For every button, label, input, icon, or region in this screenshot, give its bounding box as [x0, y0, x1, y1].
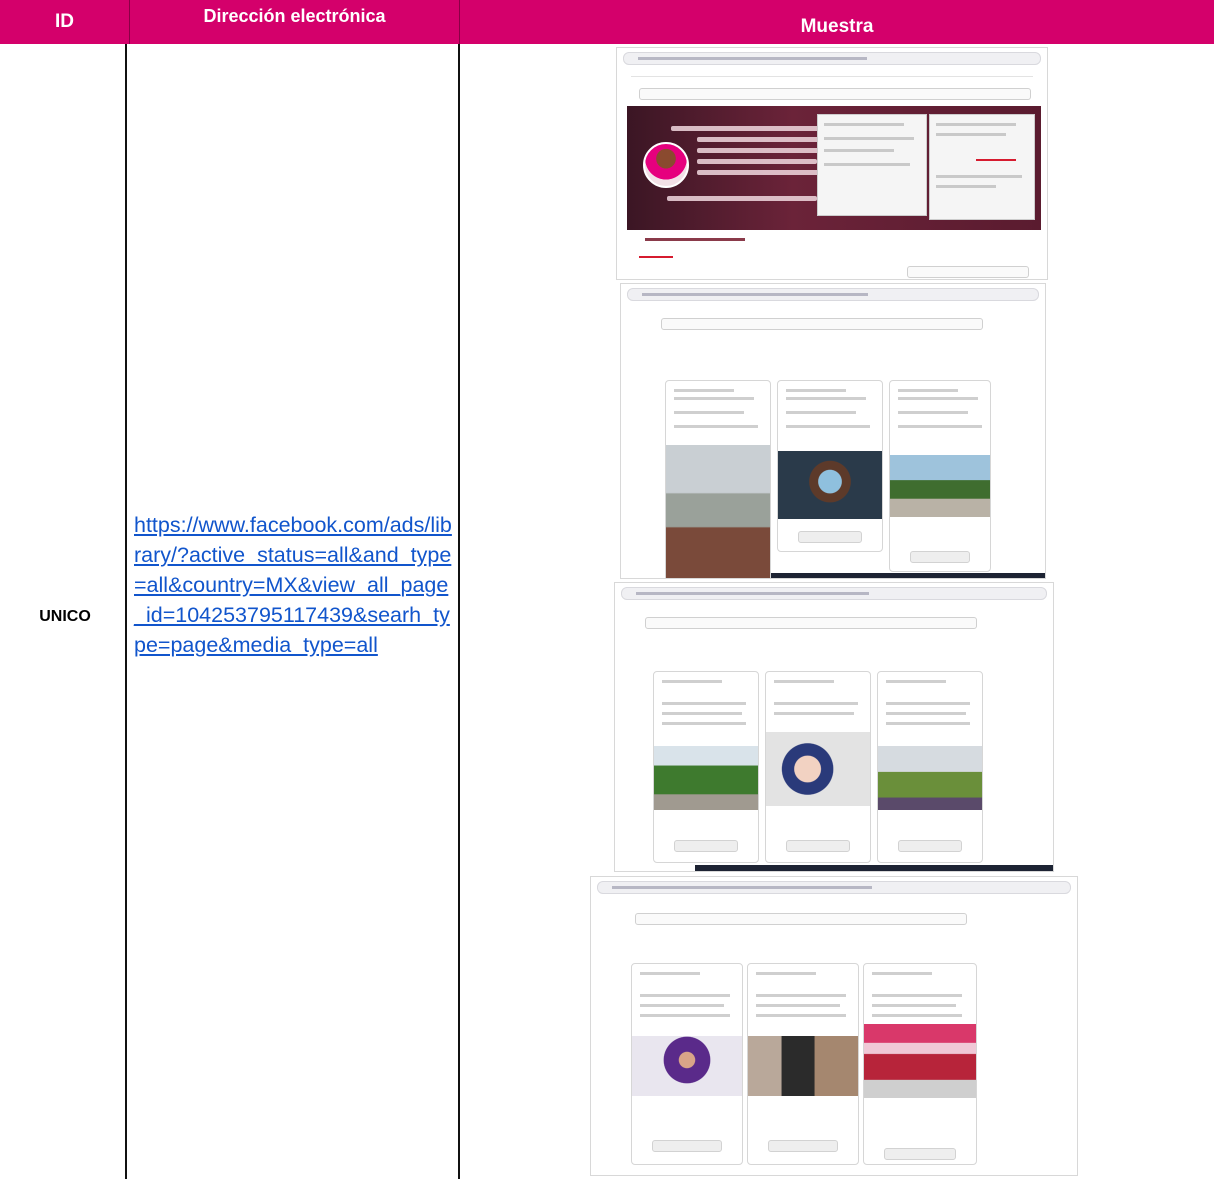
ad-image	[778, 451, 882, 519]
ad-card	[653, 671, 759, 863]
search-filter-bar	[635, 913, 967, 925]
evidence-table: ID Dirección electrónica Muestra UNICO h…	[0, 0, 1214, 1179]
sample-screenshot-3	[614, 582, 1054, 872]
spend-popup	[929, 114, 1035, 220]
header-id: ID	[0, 0, 130, 44]
sample-screenshot-1	[616, 47, 1048, 280]
ad-image	[632, 1036, 742, 1096]
ad-image	[864, 1024, 976, 1098]
browser-address-bar	[627, 288, 1039, 301]
sample-screenshot-2	[620, 283, 1046, 579]
candidate-avatar	[643, 142, 689, 188]
browser-address-bar	[621, 587, 1047, 600]
ad-card	[777, 380, 883, 552]
ad-card	[863, 963, 977, 1165]
ad-card	[665, 380, 771, 578]
info-popup	[817, 114, 927, 216]
ad-image	[666, 445, 770, 578]
row-id: UNICO	[39, 607, 91, 625]
header-direccion: Dirección electrónica	[130, 0, 460, 44]
ad-image	[878, 746, 982, 810]
search-filter-bar	[645, 617, 977, 629]
row-id-cell: UNICO	[0, 44, 130, 1179]
ad-card	[631, 963, 743, 1165]
search-filter-bar	[639, 88, 1031, 100]
ad-card	[765, 671, 871, 863]
annotation-mark	[976, 159, 1016, 161]
ad-card	[877, 671, 983, 863]
header-muestra: Muestra	[460, 0, 1214, 44]
browser-address-bar	[597, 881, 1071, 894]
ad-card	[889, 380, 991, 572]
ad-image	[654, 746, 758, 810]
page-banner-image	[627, 106, 1041, 230]
browser-address-bar	[623, 52, 1041, 65]
ad-image	[748, 1036, 858, 1096]
ad-image	[890, 455, 990, 517]
evidence-url-link[interactable]: https://www.facebook.com/ads/library/?ac…	[134, 510, 452, 660]
ad-image	[766, 732, 870, 806]
sample-screenshot-4	[590, 876, 1078, 1176]
search-filter-bar	[661, 318, 983, 330]
ad-card	[747, 963, 859, 1165]
column-divider	[458, 44, 460, 1179]
